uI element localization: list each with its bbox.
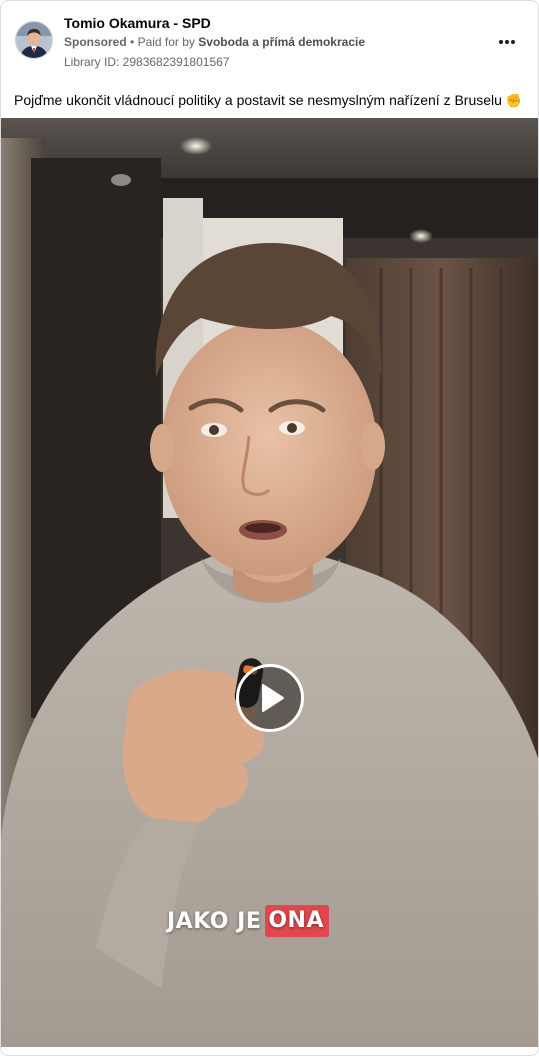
raised-fist-icon: ✊ [505,93,523,108]
library-id: Library ID: 2983682391801567 [64,55,230,69]
video-caption: JAKO JE ONA [167,903,329,939]
post-header: Tomio Okamura - SPD Sponsored • Paid for… [1,1,538,79]
caption-highlight: ONA [265,905,329,937]
play-icon [262,684,284,712]
caption-text: JAKO JE [167,908,262,934]
page-avatar[interactable] [15,21,53,59]
avatar-image [16,22,52,58]
more-dot [505,40,509,44]
play-button[interactable] [236,664,304,732]
video-player[interactable]: JAKO JE ONA [1,118,538,1047]
payer-name: Svoboda a přímá demokracie [198,35,366,49]
page-name-link[interactable]: Tomio Okamura - SPD [64,15,211,31]
sponsored-label: Sponsored [64,35,127,49]
meta-separator: • [130,35,135,49]
sponsor-line: Sponsored • Paid for by Svoboda a přímá … [64,35,365,49]
paid-for-prefix: Paid for by [137,35,195,49]
more-options-icon[interactable] [493,29,521,55]
ad-card: Tomio Okamura - SPD Sponsored • Paid for… [0,0,539,1056]
more-dot [499,40,503,44]
post-text: Pojďme ukončit vládnoucí politiky a post… [14,92,502,108]
post-body-text: Pojďme ukončit vládnoucí politiky a post… [14,91,529,110]
more-dot [511,40,515,44]
